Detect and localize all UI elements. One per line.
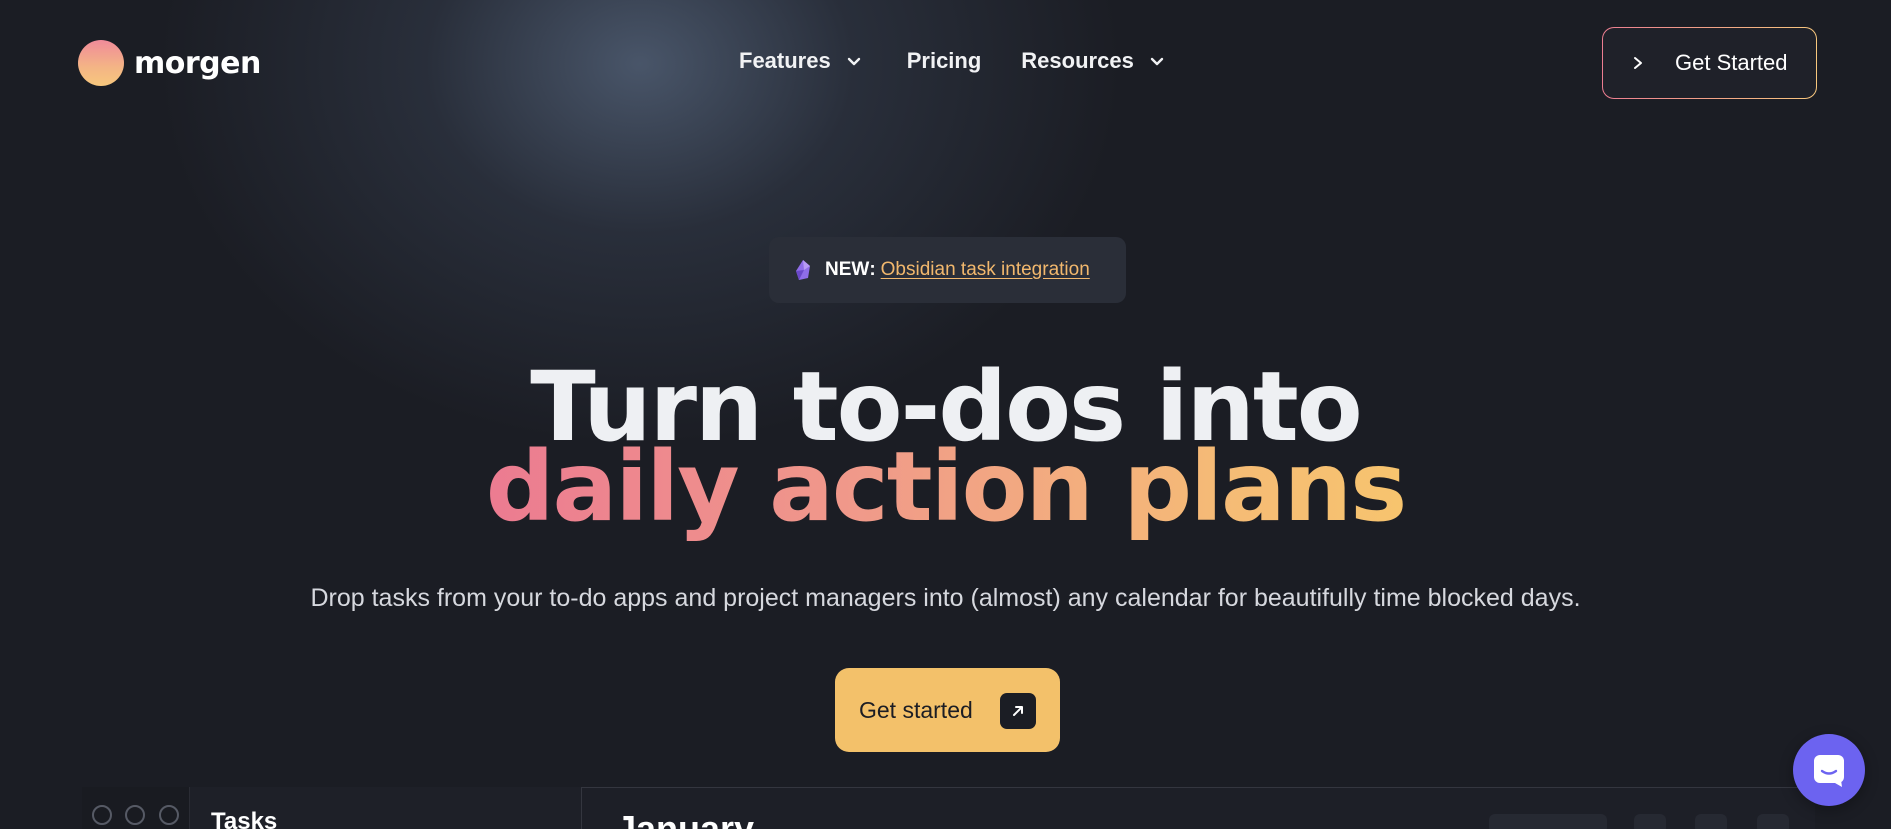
nav-item-features[interactable]: Features: [739, 48, 863, 74]
window-minimize-dot: [125, 805, 145, 825]
hero-subtitle: Drop tasks from your to-do apps and proj…: [310, 584, 1581, 612]
nav-item-resources[interactable]: Resources: [1021, 48, 1166, 74]
get-started-hero-label: Get started: [859, 696, 973, 723]
announcement-badge: NEW : Obsidian task integration: [769, 237, 1126, 303]
obsidian-gem-icon: [796, 260, 810, 280]
arrow-up-right-icon: [1000, 693, 1036, 729]
main-menu: Features Pricing Resources: [739, 48, 1166, 74]
chat-launcher-button[interactable]: [1793, 734, 1865, 806]
app-preview-calendar-panel: [581, 787, 1815, 829]
chevron-down-icon: [847, 57, 860, 66]
window-maximize-dot: [159, 805, 179, 825]
preview-toolbar-pill: [1489, 814, 1607, 829]
nav-item-label: Features: [739, 48, 831, 73]
chevron-down-icon: [1150, 57, 1164, 66]
get-started-nav-button[interactable]: Get Started: [1602, 27, 1817, 99]
announcement-tag: NEW: [825, 259, 870, 280]
chat-icon: [1814, 755, 1844, 787]
preview-toolbar-button: [1757, 814, 1789, 829]
preview-month-title: January: [616, 808, 755, 829]
get-started-nav-label: Get Started: [1675, 50, 1788, 75]
nav-item-label: Pricing: [906, 48, 982, 73]
brand-name: morgen: [134, 45, 261, 81]
preview-tasks-title: Tasks: [211, 808, 278, 829]
announcement-link[interactable]: Obsidian task integration: [881, 259, 1090, 281]
announcement-colon: :: [869, 259, 876, 280]
nav-item-pricing[interactable]: Pricing: [907, 48, 982, 74]
preview-toolbar-button: [1695, 814, 1727, 829]
get-started-hero-button[interactable]: Get started: [835, 668, 1060, 752]
brand-logo[interactable]: morgen: [78, 40, 261, 86]
window-close-dot: [92, 805, 112, 825]
top-navigation: morgen Features Pricing Resources Get St…: [0, 0, 1891, 126]
hero-headline-line2: daily action plans: [485, 431, 1407, 543]
logo-sun-icon: [78, 40, 124, 86]
preview-toolbar-button: [1634, 814, 1666, 829]
hero-headline-line2-wrap: daily action plans: [0, 432, 1891, 542]
chevron-right-icon: [1634, 57, 1642, 69]
nav-item-label: Resources: [1021, 48, 1134, 73]
